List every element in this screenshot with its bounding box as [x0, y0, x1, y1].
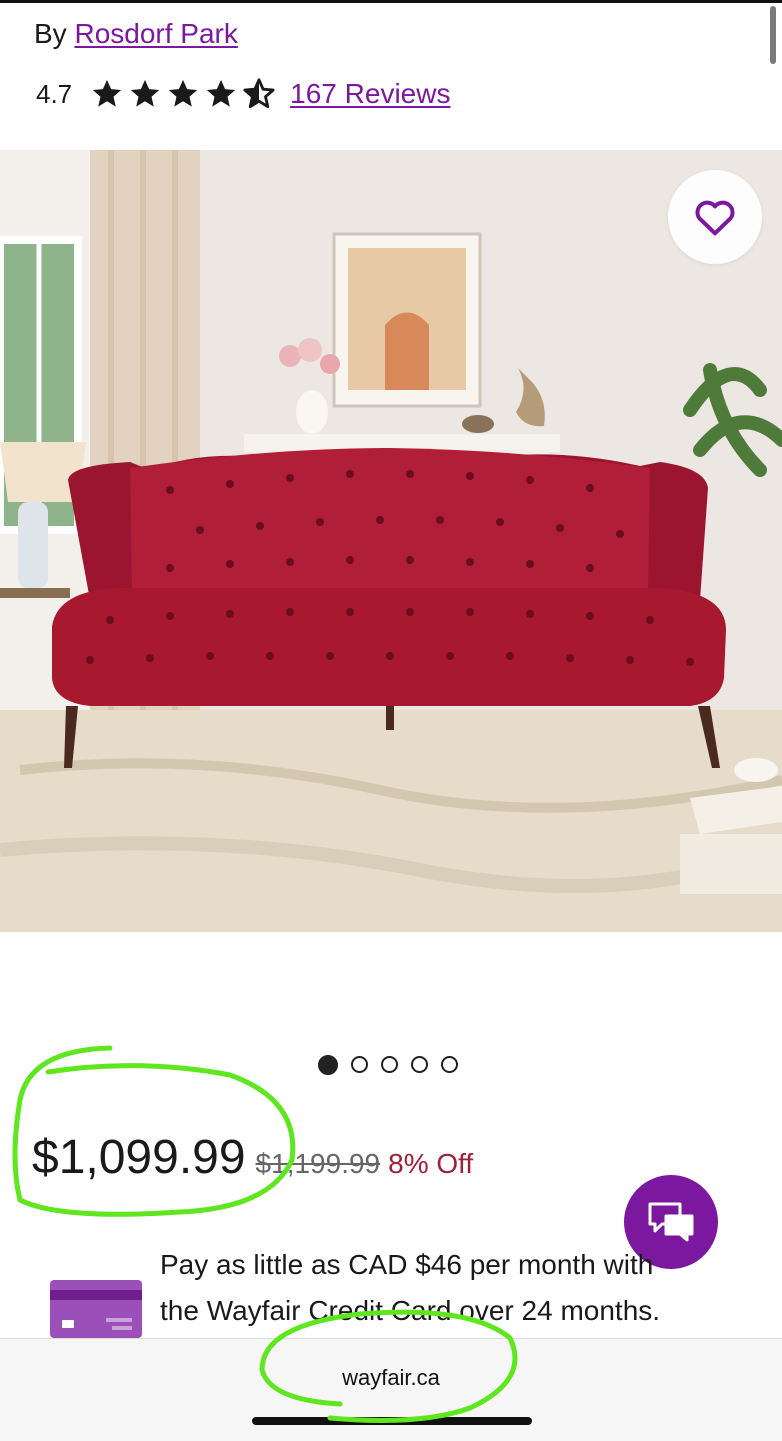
original-price: $1,199.99	[255, 1148, 381, 1179]
favorite-button[interactable]	[668, 170, 762, 264]
chat-bubbles-icon	[648, 1202, 694, 1242]
star-icon	[130, 79, 160, 107]
pagination-dot[interactable]	[351, 1056, 368, 1073]
price-row: $1,099.99 $1,199.99 8% Off	[32, 1130, 473, 1185]
rating-value: 4.7	[36, 78, 73, 109]
discount-label: 8% Off	[388, 1148, 474, 1179]
reviews-link[interactable]: 167 Reviews	[290, 78, 450, 110]
star-icon	[206, 79, 236, 107]
star-icon	[168, 79, 198, 107]
financing-line-2: the Wayfair Credit Card over 24 months.	[160, 1295, 661, 1326]
pagination-dot[interactable]	[381, 1056, 398, 1073]
url-text[interactable]: wayfair.ca	[0, 1365, 782, 1391]
financing-text: Pay as little as CAD $46 per month with …	[160, 1242, 760, 1334]
financing-line-1: Pay as little as CAD $46 per month with	[160, 1249, 654, 1280]
rating-row: 4.7 167 Reviews	[36, 74, 450, 114]
heart-outline-icon	[695, 200, 735, 236]
credit-card-icon	[50, 1280, 142, 1338]
pagination-dot[interactable]	[411, 1056, 428, 1073]
current-price: $1,099.99	[32, 1131, 246, 1184]
top-divider	[0, 0, 782, 3]
brand-line: By Rosdorf Park	[34, 16, 238, 52]
star-icon	[92, 79, 122, 107]
home-indicator[interactable]	[252, 1417, 532, 1425]
brand-prefix: By	[34, 18, 67, 49]
scrollbar[interactable]	[770, 6, 776, 64]
browser-url-bar[interactable]: wayfair.ca	[0, 1338, 782, 1441]
image-pagination	[318, 1055, 458, 1075]
pagination-dot-active[interactable]	[318, 1055, 338, 1075]
product-image[interactable]	[0, 150, 782, 932]
brand-link[interactable]: Rosdorf Park	[74, 18, 237, 49]
half-star-icon	[243, 78, 275, 109]
star-rating	[90, 77, 276, 111]
pagination-dot[interactable]	[441, 1056, 458, 1073]
